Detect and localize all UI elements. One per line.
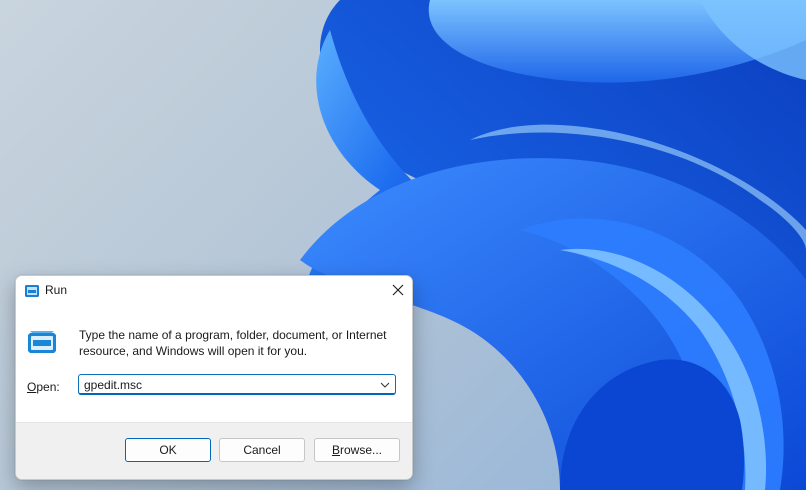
close-icon [392, 284, 404, 296]
run-icon [25, 285, 39, 297]
browse-label: rowse... [340, 443, 383, 457]
cancel-button[interactable]: Cancel [219, 438, 305, 462]
run-dialog: Run Type the name of a program, folder, … [15, 275, 413, 480]
open-label: Open: [27, 380, 60, 394]
run-program-icon [28, 331, 56, 353]
browse-button[interactable]: Browse... [314, 438, 400, 462]
open-combobox[interactable] [78, 374, 396, 395]
dropdown-button[interactable] [378, 378, 392, 392]
dialog-footer: OK Cancel Browse... [16, 422, 412, 479]
dialog-titlebar[interactable]: Run [16, 276, 412, 306]
open-label-text: pen: [36, 380, 60, 394]
chevron-down-icon [380, 382, 390, 388]
dialog-title: Run [45, 283, 68, 297]
open-input[interactable] [84, 377, 364, 393]
dialog-body: Type the name of a program, folder, docu… [16, 306, 412, 424]
close-button[interactable] [384, 276, 412, 304]
browse-accelerator: B [331, 443, 340, 457]
open-label-accelerator: O [27, 380, 37, 394]
ok-button[interactable]: OK [125, 438, 211, 462]
dialog-description: Type the name of a program, folder, docu… [79, 328, 387, 358]
